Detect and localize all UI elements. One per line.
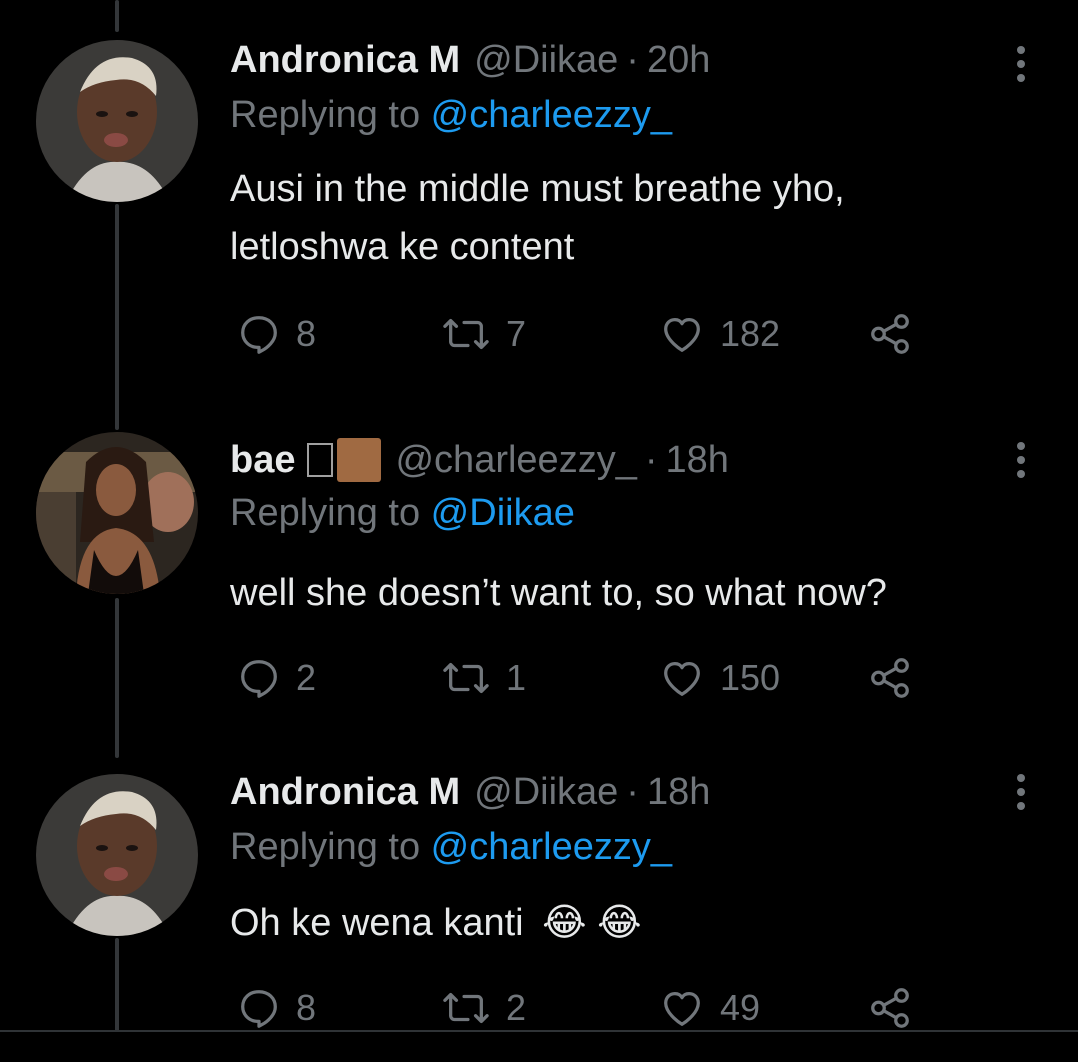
- action-bar: 2 1 150: [230, 650, 930, 706]
- reply-count: 8: [296, 987, 317, 1028]
- like-icon: [664, 991, 700, 1026]
- like-count: 150: [720, 657, 781, 698]
- tweet-1[interactable]: Andronica M @Diikae · 20h Replying to @c…: [0, 32, 1078, 372]
- replying-to-handle[interactable]: @charleezzy_: [431, 826, 672, 868]
- reply-button[interactable]: 8: [236, 980, 316, 1036]
- tweet-text-line: well she doesn’t want to, so what now?: [230, 572, 887, 614]
- avatar-andronica[interactable]: [36, 774, 198, 936]
- timestamp[interactable]: 18h: [647, 771, 710, 814]
- action-bar: 8 2 49: [230, 980, 930, 1036]
- retweet-count: 2: [506, 987, 527, 1028]
- tweet-text: well she doesn’t want to, so what now?: [230, 564, 1010, 622]
- avatar-andronica[interactable]: [36, 40, 198, 202]
- tweet-text: Oh ke wena kanti 😂 😂: [230, 894, 1010, 952]
- avatar-bae[interactable]: [36, 432, 198, 594]
- separator-dot: ·: [644, 438, 658, 481]
- like-button[interactable]: 49: [658, 980, 760, 1036]
- reply-button[interactable]: 2: [236, 650, 316, 706]
- share-icon: [871, 988, 909, 1028]
- missing-glyph-icon: [307, 443, 334, 477]
- tweet-header: bae @charleezzy_ · 18h: [230, 432, 729, 488]
- replying-to-handle[interactable]: @charleezzy_: [431, 94, 672, 136]
- retweet-button[interactable]: 2: [440, 980, 526, 1036]
- retweet-icon: [443, 318, 489, 350]
- share-button[interactable]: [866, 980, 914, 1036]
- replying-to: Replying to @charleezzy_: [230, 94, 672, 137]
- separator-dot: ·: [626, 770, 639, 813]
- tweet-2[interactable]: bae @charleezzy_ · 18h Replying to @Diik…: [0, 432, 1078, 732]
- share-icon: [871, 314, 909, 354]
- like-icon: [664, 661, 700, 696]
- user-handle[interactable]: @Diikae: [474, 39, 618, 82]
- tweet-text: Ausi in the middle must breathe yho, let…: [230, 160, 1010, 276]
- like-count: 49: [720, 987, 761, 1028]
- tweet-header: Andronica M @Diikae · 18h: [230, 764, 710, 820]
- reply-button[interactable]: 8: [236, 306, 316, 362]
- replying-prefix: Replying to: [230, 826, 431, 868]
- retweet-count: 1: [506, 657, 527, 698]
- tweet-header: Andronica M @Diikae · 20h: [230, 32, 710, 88]
- skin-tone-emoji-icon: [337, 438, 382, 482]
- user-handle[interactable]: @Diikae: [474, 771, 618, 814]
- replying-to: Replying to @charleezzy_: [230, 826, 672, 869]
- retweet-button[interactable]: 7: [440, 306, 526, 362]
- replying-to-handle[interactable]: @Diikae: [431, 492, 575, 534]
- reply-icon: [241, 990, 277, 1028]
- user-handle[interactable]: @charleezzy_: [395, 439, 636, 482]
- timestamp[interactable]: 20h: [647, 39, 710, 82]
- tweet-text-line: Oh ke wena kanti 😂 😂: [230, 894, 1010, 952]
- reply-icon: [241, 660, 277, 698]
- thread-line-top: [115, 0, 119, 32]
- tweet-text-line: letloshwa ke content: [230, 226, 575, 268]
- tweet-3[interactable]: Andronica M @Diikae · 18h Replying to @c…: [0, 764, 1078, 1034]
- display-name[interactable]: Andronica M: [230, 39, 460, 82]
- separator-dot: ·: [626, 38, 639, 81]
- tweet-text-content: Oh ke wena kanti: [230, 902, 524, 944]
- share-button[interactable]: [866, 306, 914, 362]
- share-button[interactable]: [866, 650, 914, 706]
- replying-prefix: Replying to: [230, 492, 431, 534]
- like-button[interactable]: 182: [658, 306, 780, 362]
- retweet-count: 7: [506, 313, 527, 354]
- action-bar: 8 7 182: [230, 306, 930, 362]
- retweet-button[interactable]: 1: [440, 650, 526, 706]
- more-icon[interactable]: [1008, 764, 1034, 820]
- display-name[interactable]: bae: [230, 439, 295, 482]
- more-icon[interactable]: [1008, 36, 1034, 92]
- display-name[interactable]: Andronica M: [230, 771, 460, 814]
- retweet-icon: [443, 662, 489, 694]
- more-icon[interactable]: [1008, 432, 1034, 488]
- tweet-text-line: Ausi in the middle must breathe yho,: [230, 168, 845, 210]
- reply-count: 2: [296, 657, 317, 698]
- like-count: 182: [720, 313, 781, 354]
- like-icon: [664, 317, 700, 352]
- laughing-emoji-icon: 😂 😂: [542, 902, 642, 944]
- reply-count: 8: [296, 313, 317, 354]
- retweet-icon: [443, 992, 489, 1024]
- like-button[interactable]: 150: [658, 650, 780, 706]
- divider: [0, 1030, 1078, 1032]
- share-icon: [871, 658, 909, 698]
- reply-icon: [241, 316, 277, 354]
- timestamp[interactable]: 18h: [665, 439, 728, 482]
- replying-prefix: Replying to: [230, 94, 431, 136]
- replying-to: Replying to @Diikae: [230, 492, 575, 535]
